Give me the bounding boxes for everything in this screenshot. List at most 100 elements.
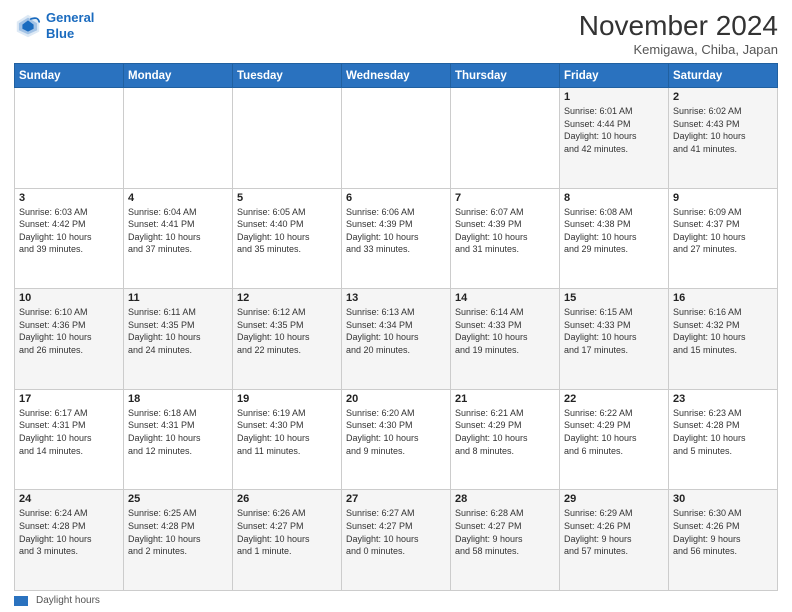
calendar-cell: 29Sunrise: 6:29 AM Sunset: 4:26 PM Dayli…: [560, 490, 669, 591]
calendar-cell: 3 Sunrise: 6:03 AM Sunset: 4:42 PM Daylig…: [15, 188, 124, 289]
calendar-cell: 24 Sunrise: 6:24 AM Sunset: 4:28 PM Dayli…: [15, 490, 124, 591]
day-number: 19: [237, 393, 337, 405]
day-number: 30: [673, 493, 773, 505]
calendar-cell: 14 Sunrise: 6:14 AM Sunset: 4:33 PM Dayli…: [451, 289, 560, 390]
day-number: 11: [128, 292, 228, 304]
day-number: 3: [19, 192, 119, 204]
day-info: Sunrise: 6:30 AM Sunset: 4:26 PM Dayligh…: [673, 507, 773, 557]
calendar-cell: [451, 88, 560, 189]
logo: General Blue: [14, 10, 94, 41]
calendar-cell: 19 Sunrise: 6:19 AM Sunset: 4:30 PM Dayli…: [233, 389, 342, 490]
calendar-cell: [233, 88, 342, 189]
day-number: 26: [237, 493, 337, 505]
day-info: Sunrise: 6:19 AM Sunset: 4:30 PM Dayligh…: [237, 407, 337, 457]
day-info: Sunrise: 6:13 AM Sunset: 4:34 PM Dayligh…: [346, 306, 446, 356]
day-info: Sunrise: 6:01 AM Sunset: 4:44 PM Dayligh…: [564, 105, 664, 155]
day-info: Sunrise: 6:18 AM Sunset: 4:31 PM Dayligh…: [128, 407, 228, 457]
calendar-header-friday: Friday: [560, 64, 669, 88]
day-info: Sunrise: 6:04 AM Sunset: 4:41 PM Dayligh…: [128, 206, 228, 256]
day-number: 2: [673, 91, 773, 103]
day-info: Sunrise: 6:15 AM Sunset: 4:33 PM Dayligh…: [564, 306, 664, 356]
calendar-table: SundayMondayTuesdayWednesdayThursdayFrid…: [14, 63, 778, 591]
day-number: 21: [455, 393, 555, 405]
calendar-cell: 27 Sunrise: 6:27 AM Sunset: 4:27 PM Dayli…: [342, 490, 451, 591]
calendar-cell: [15, 88, 124, 189]
calendar-cell: 9 Sunrise: 6:09 AM Sunset: 4:37 PM Daylig…: [669, 188, 778, 289]
calendar-cell: 12Sunrise: 6:12 AM Sunset: 4:35 PM Dayli…: [233, 289, 342, 390]
day-info: Sunrise: 6:24 AM Sunset: 4:28 PM Dayligh…: [19, 507, 119, 557]
calendar-cell: 30 Sunrise: 6:30 AM Sunset: 4:26 PM Dayli…: [669, 490, 778, 591]
legend: Daylight hours: [14, 595, 778, 606]
day-info: Sunrise: 6:16 AM Sunset: 4:32 PM Dayligh…: [673, 306, 773, 356]
day-number: 28: [455, 493, 555, 505]
calendar-cell: 26 Sunrise: 6:26 AM Sunset: 4:27 PM Dayli…: [233, 490, 342, 591]
day-info: Sunrise: 6:05 AM Sunset: 4:40 PM Dayligh…: [237, 206, 337, 256]
calendar-cell: [124, 88, 233, 189]
day-number: 8: [564, 192, 664, 204]
day-info: Sunrise: 6:14 AM Sunset: 4:33 PM Dayligh…: [455, 306, 555, 356]
day-info: Sunrise: 6:09 AM Sunset: 4:37 PM Dayligh…: [673, 206, 773, 256]
calendar-header-row: SundayMondayTuesdayWednesdayThursdayFrid…: [15, 64, 778, 88]
calendar-header-saturday: Saturday: [669, 64, 778, 88]
month-title: November 2024: [579, 10, 778, 42]
calendar-cell: 16Sunrise: 6:16 AM Sunset: 4:32 PM Dayli…: [669, 289, 778, 390]
calendar-week-row: 1 Sunrise: 6:01 AM Sunset: 4:44 PM Daylig…: [15, 88, 778, 189]
calendar-cell: 6 Sunrise: 6:06 AM Sunset: 4:39 PM Daylig…: [342, 188, 451, 289]
day-info: Sunrise: 6:20 AM Sunset: 4:30 PM Dayligh…: [346, 407, 446, 457]
day-number: 9: [673, 192, 773, 204]
day-info: Sunrise: 6:23 AM Sunset: 4:28 PM Dayligh…: [673, 407, 773, 457]
day-info: Sunrise: 6:07 AM Sunset: 4:39 PM Dayligh…: [455, 206, 555, 256]
day-number: 25: [128, 493, 228, 505]
day-number: 10: [19, 292, 119, 304]
day-number: 22: [564, 393, 664, 405]
calendar-week-row: 10Sunrise: 6:10 AM Sunset: 4:36 PM Dayli…: [15, 289, 778, 390]
day-info: Sunrise: 6:11 AM Sunset: 4:35 PM Dayligh…: [128, 306, 228, 356]
day-number: 14: [455, 292, 555, 304]
day-number: 15: [564, 292, 664, 304]
calendar-header-wednesday: Wednesday: [342, 64, 451, 88]
calendar-cell: 10Sunrise: 6:10 AM Sunset: 4:36 PM Dayli…: [15, 289, 124, 390]
calendar-cell: 5 Sunrise: 6:05 AM Sunset: 4:40 PM Daylig…: [233, 188, 342, 289]
logo-icon: [14, 12, 42, 40]
calendar-cell: 18Sunrise: 6:18 AM Sunset: 4:31 PM Dayli…: [124, 389, 233, 490]
day-info: Sunrise: 6:28 AM Sunset: 4:27 PM Dayligh…: [455, 507, 555, 557]
day-number: 20: [346, 393, 446, 405]
day-number: 6: [346, 192, 446, 204]
calendar-cell: 7 Sunrise: 6:07 AM Sunset: 4:39 PM Daylig…: [451, 188, 560, 289]
calendar-cell: 25 Sunrise: 6:25 AM Sunset: 4:28 PM Dayli…: [124, 490, 233, 591]
logo-line1: General: [46, 10, 94, 26]
day-number: 1: [564, 91, 664, 103]
day-number: 5: [237, 192, 337, 204]
legend-label: Daylight hours: [36, 595, 100, 606]
day-number: 13: [346, 292, 446, 304]
day-number: 12: [237, 292, 337, 304]
day-info: Sunrise: 6:03 AM Sunset: 4:42 PM Dayligh…: [19, 206, 119, 256]
day-info: Sunrise: 6:25 AM Sunset: 4:28 PM Dayligh…: [128, 507, 228, 557]
legend-box: [14, 596, 28, 606]
day-info: Sunrise: 6:22 AM Sunset: 4:29 PM Dayligh…: [564, 407, 664, 457]
day-number: 17: [19, 393, 119, 405]
day-info: Sunrise: 6:08 AM Sunset: 4:38 PM Dayligh…: [564, 206, 664, 256]
calendar-cell: 17Sunrise: 6:17 AM Sunset: 4:31 PM Dayli…: [15, 389, 124, 490]
calendar-cell: 20 Sunrise: 6:20 AM Sunset: 4:30 PM Dayli…: [342, 389, 451, 490]
day-number: 29: [564, 493, 664, 505]
calendar-cell: 23Sunrise: 6:23 AM Sunset: 4:28 PM Dayli…: [669, 389, 778, 490]
day-number: 24: [19, 493, 119, 505]
day-info: Sunrise: 6:06 AM Sunset: 4:39 PM Dayligh…: [346, 206, 446, 256]
header: General Blue November 2024 Kemigawa, Chi…: [14, 10, 778, 57]
calendar-cell: 13 Sunrise: 6:13 AM Sunset: 4:34 PM Dayli…: [342, 289, 451, 390]
day-info: Sunrise: 6:27 AM Sunset: 4:27 PM Dayligh…: [346, 507, 446, 557]
day-number: 7: [455, 192, 555, 204]
location: Kemigawa, Chiba, Japan: [579, 42, 778, 57]
page-container: General Blue November 2024 Kemigawa, Chi…: [0, 0, 792, 612]
logo-line2: Blue: [46, 26, 94, 42]
calendar-cell: 2 Sunrise: 6:02 AM Sunset: 4:43 PM Daylig…: [669, 88, 778, 189]
calendar-header-sunday: Sunday: [15, 64, 124, 88]
calendar-cell: 8 Sunrise: 6:08 AM Sunset: 4:38 PM Daylig…: [560, 188, 669, 289]
calendar-week-row: 24 Sunrise: 6:24 AM Sunset: 4:28 PM Dayli…: [15, 490, 778, 591]
day-info: Sunrise: 6:26 AM Sunset: 4:27 PM Dayligh…: [237, 507, 337, 557]
day-info: Sunrise: 6:02 AM Sunset: 4:43 PM Dayligh…: [673, 105, 773, 155]
calendar-cell: 15 Sunrise: 6:15 AM Sunset: 4:33 PM Dayli…: [560, 289, 669, 390]
day-number: 27: [346, 493, 446, 505]
calendar-cell: 21Sunrise: 6:21 AM Sunset: 4:29 PM Dayli…: [451, 389, 560, 490]
